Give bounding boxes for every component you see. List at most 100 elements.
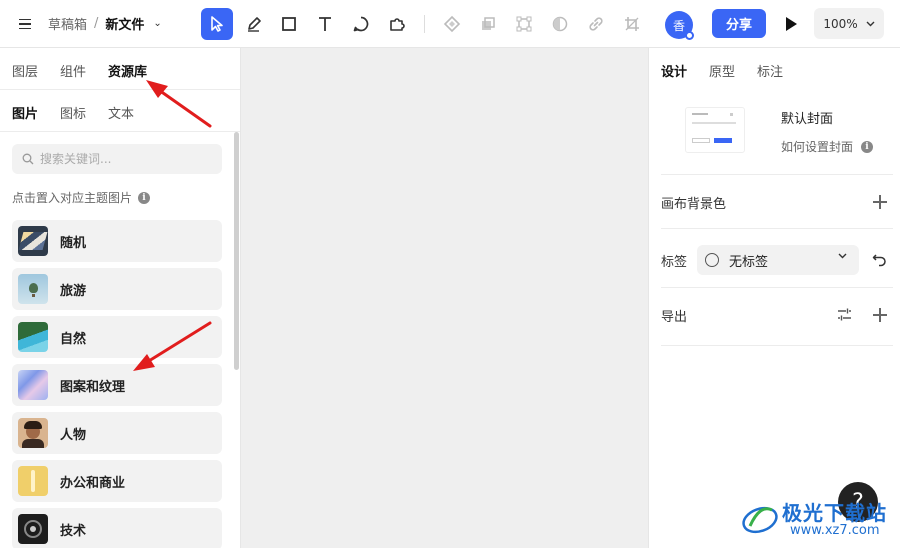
boolean-icon [482,17,495,30]
component-tool-button[interactable] [436,8,468,40]
zoom-dropdown[interactable]: 100% [814,8,884,39]
play-button[interactable] [780,13,802,35]
info-icon[interactable]: i [138,191,151,204]
tab-components[interactable]: 组件 [60,61,86,80]
info-icon[interactable]: i [861,140,874,153]
rectangle-icon [282,17,296,31]
toolbar-divider [424,15,425,33]
tag-circle-icon [705,253,719,267]
category-random[interactable]: 随机 [12,220,222,262]
frame-icon [516,16,532,32]
divider [661,228,893,229]
top-bar: 草稿箱 / 新文件 ⌄ 香 分享 100% [0,0,900,48]
category-office-business[interactable]: 办公和商业 [12,460,222,502]
avatar[interactable]: 香 [665,11,694,40]
watermark: 极光下载站 www.xz7.com [740,494,900,544]
nature-thumbnail [18,322,48,352]
search-box [12,144,222,174]
plugin-tool-button[interactable] [381,8,413,40]
category-label: 图案和纹理 [60,379,126,395]
comment-tool-button[interactable] [345,8,377,40]
crop-icon [625,17,639,31]
category-patterns-textures[interactable]: 图案和纹理 [12,364,222,406]
tab-prototype[interactable]: 原型 [709,61,735,80]
category-label: 旅游 [60,283,87,299]
category-travel[interactable]: 旅游 [12,268,222,310]
chevron-down-icon[interactable]: ⌄ [153,18,161,29]
add-background-plus-icon[interactable] [873,195,887,209]
canvas-area[interactable] [241,48,648,548]
tab-assets[interactable]: 资源库 [108,61,147,80]
subtab-text[interactable]: 文本 [108,103,134,122]
tab-annotate[interactable]: 标注 [757,61,783,80]
text-icon [319,17,331,31]
office-thumbnail [18,466,48,496]
tab-design[interactable]: 设计 [661,61,687,80]
boolean-tool-button[interactable] [472,8,504,40]
canvas-background-label: 画布背景色 [661,197,727,212]
subtab-images[interactable]: 图片 [12,103,38,122]
link-icon [589,17,603,31]
watermark-title: 极光下载站 [782,501,887,525]
hint-text-row: 点击置入对应主题图片 i [12,189,151,206]
crop-tool-button[interactable] [616,8,648,40]
mask-tool-button[interactable] [544,8,576,40]
play-icon [786,17,797,31]
select-tool-button[interactable] [201,8,233,40]
inspector-tabs: 设计 原型 标注 [649,48,900,90]
people-thumbnail [18,418,48,448]
category-label: 自然 [60,331,87,347]
share-button[interactable]: 分享 [712,9,766,38]
right-panel: 设计 原型 标注 默认封面 如何设置封面 i 画布背景色 标签 无标签 导出 [648,48,900,548]
scrollbar[interactable] [234,132,239,370]
category-label: 办公和商业 [60,475,126,491]
subtab-icons[interactable]: 图标 [60,103,86,122]
breadcrumb-separator: / [94,16,99,31]
category-people[interactable]: 人物 [12,412,222,454]
cover-help-link[interactable]: 如何设置封面 i [781,138,874,155]
panel-tabs: 图层 组件 资源库 [0,48,240,90]
tag-label: 标签 [661,255,688,270]
undo-icon[interactable] [872,252,887,267]
puzzle-icon [390,18,405,31]
tag-value: 无标签 [729,254,769,270]
technology-thumbnail [18,514,48,544]
chevron-down-icon [838,253,847,259]
random-thumbnail [18,226,48,256]
text-tool-button[interactable] [309,8,341,40]
breadcrumb-parent[interactable]: 草稿箱 [48,14,87,33]
search-icon [22,153,34,165]
add-export-plus-icon[interactable] [873,308,887,322]
breadcrumb: 草稿箱 / 新文件 ⌄ [48,14,162,33]
comment-icon [353,16,369,32]
category-label: 随机 [60,235,87,251]
export-settings-icon[interactable] [837,307,852,322]
link-tool-button[interactable] [580,8,612,40]
tag-dropdown[interactable]: 无标签 [697,245,859,275]
cover-thumbnail[interactable] [685,107,745,153]
file-name[interactable]: 新文件 [105,14,144,33]
pattern-thumbnail [18,370,48,400]
tab-layers[interactable]: 图层 [12,61,38,80]
divider [661,287,893,288]
category-label: 技术 [60,523,87,539]
category-technology[interactable]: 技术 [12,508,222,548]
travel-thumbnail [18,274,48,304]
avatar-initial: 香 [672,18,685,33]
pen-icon [248,17,261,32]
pen-tool-button[interactable] [238,8,270,40]
divider [661,345,893,346]
rectangle-tool-button[interactable] [273,8,305,40]
category-nature[interactable]: 自然 [12,316,222,358]
menu-icon[interactable] [14,14,36,34]
zoom-level: 100% [823,16,858,31]
watermark-logo-icon [742,506,778,534]
chevron-down-icon [866,21,875,26]
cover-title: 默认封面 [781,112,834,127]
frame-tool-button[interactable] [508,8,540,40]
search-input[interactable] [40,152,210,166]
asset-subtabs: 图片 图标 文本 [0,90,240,132]
diamond-icon [443,15,461,33]
hint-text: 点击置入对应主题图片 [12,191,133,205]
watermark-url: www.xz7.com [790,523,880,538]
